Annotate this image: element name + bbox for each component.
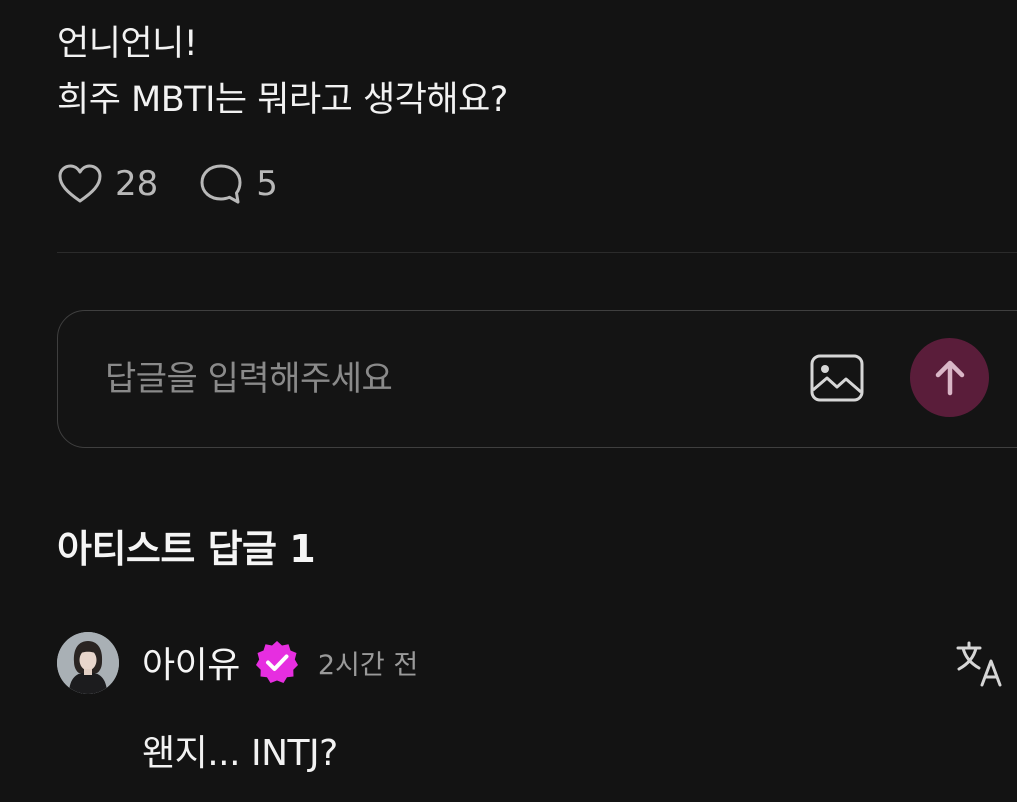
avatar[interactable] [57, 632, 119, 694]
verified-badge-icon [255, 641, 298, 683]
profile-photo [57, 632, 119, 694]
divider [57, 252, 1017, 253]
author-name[interactable]: 아이유 [142, 636, 240, 688]
reply-time: 2시간 전 [317, 649, 419, 681]
reply-author-row: 아이유 2시간 전 [142, 636, 418, 688]
reply-text: 왠지... INTJ? [142, 733, 338, 774]
translate-icon[interactable] [955, 640, 1005, 688]
send-button[interactable] [910, 338, 989, 417]
comment-count: 5 [256, 164, 278, 204]
like-count: 28 [115, 164, 159, 204]
arrow-up-icon [935, 360, 964, 395]
heart-icon [58, 164, 102, 203]
image-icon[interactable] [810, 353, 864, 403]
speech-bubble-icon [200, 164, 242, 204]
post-actions: 28 5 [57, 160, 278, 208]
post-body: 언니언니! 희주 MBTI는 뭐라고 생각해요? [57, 16, 508, 128]
artist-replies-title: 아티스트 답글 1 [57, 527, 316, 571]
comment-button[interactable]: 5 [198, 162, 278, 206]
post-line-2: 희주 MBTI는 뭐라고 생각해요? [57, 80, 508, 120]
reply-input-placeholder[interactable]: 답글을 입력해주세요 [105, 351, 393, 400]
like-button[interactable]: 28 [57, 163, 158, 205]
post-line-1: 언니언니! [57, 24, 198, 64]
reply-input-box[interactable]: 답글을 입력해주세요 [57, 310, 1017, 448]
